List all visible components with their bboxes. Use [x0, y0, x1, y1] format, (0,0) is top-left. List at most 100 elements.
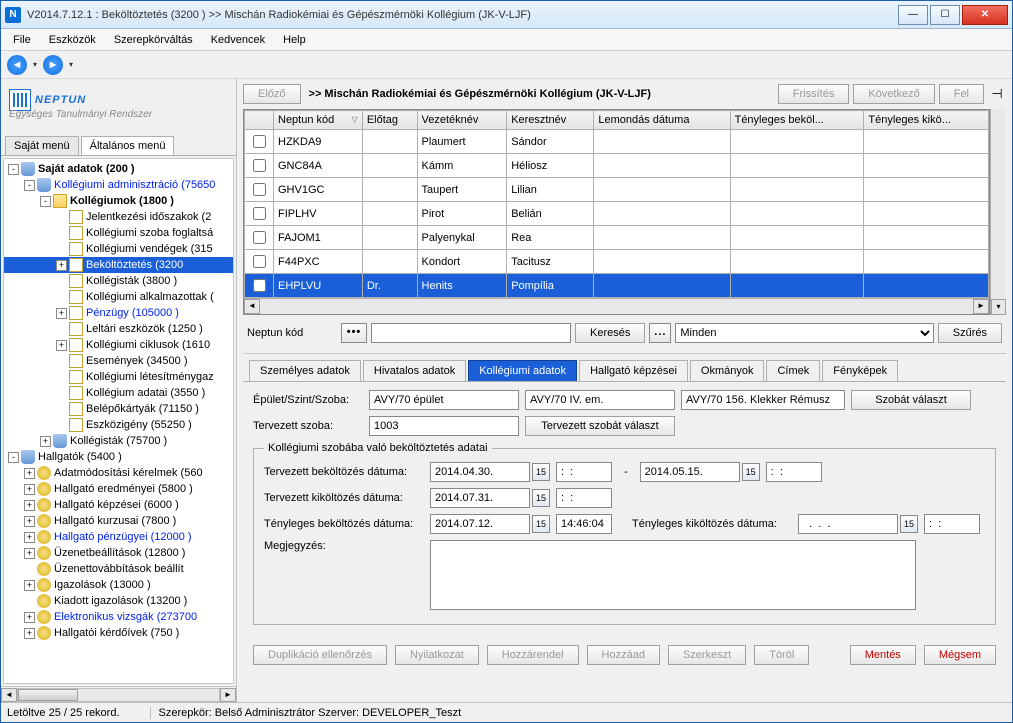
tree-item[interactable]: +Igazolások (13000 ) — [4, 577, 233, 593]
menu-kedvencek[interactable]: Kedvencek — [203, 32, 273, 48]
tree-item[interactable]: +Hallgató kurzusai (7800 ) — [4, 513, 233, 529]
tree-expander[interactable]: + — [40, 436, 51, 447]
up-button[interactable]: Fel — [939, 84, 984, 104]
tree-item[interactable]: +Kollégiumi ciklusok (1610 — [4, 337, 233, 353]
calendar-icon[interactable]: 15 — [532, 489, 550, 507]
tree-expander[interactable]: + — [24, 484, 35, 495]
detail-tab[interactable]: Hallgató képzései — [579, 360, 688, 381]
planned-movein-date2[interactable] — [640, 462, 740, 482]
tree-expander[interactable]: + — [24, 580, 35, 591]
delete-button[interactable]: Töröl — [754, 645, 809, 665]
menu-eszközök[interactable]: Eszközök — [41, 32, 104, 48]
table-row[interactable]: GNC84AKámmHéliosz — [245, 154, 989, 178]
table-row[interactable]: HZKDA9PlaumertSándor — [245, 130, 989, 154]
nav-back-drop[interactable]: ▾ — [31, 60, 39, 69]
actual-movein-date[interactable] — [430, 514, 530, 534]
grid-scroll-right[interactable]: ► — [973, 299, 989, 314]
grid-scroll-down-icon[interactable]: ▾ — [991, 299, 1006, 315]
tree-item[interactable]: Eszközigény (55250 ) — [4, 417, 233, 433]
tree-item[interactable]: Kiadott igazolások (13200 ) — [4, 593, 233, 609]
scroll-thumb[interactable] — [18, 689, 78, 701]
choose-planned-room-button[interactable]: Tervezett szobát választ — [525, 416, 675, 436]
actual-moveout-time[interactable] — [924, 514, 980, 534]
tree-item[interactable]: Kollégiumi vendégek (315 — [4, 241, 233, 257]
planned-movein-date[interactable] — [430, 462, 530, 482]
scroll-left-icon[interactable]: ◄ — [1, 688, 17, 702]
row-checkbox[interactable] — [253, 255, 266, 268]
detail-tab[interactable]: Kollégiumi adatok — [468, 360, 577, 381]
tree-expander[interactable]: + — [24, 628, 35, 639]
tree-item[interactable]: Üzenettovábbítások beállít — [4, 561, 233, 577]
grid-header[interactable]: Előtag — [362, 111, 417, 130]
tree-item[interactable]: Leltári eszközök (1250 ) — [4, 321, 233, 337]
menu-szerepkörváltás[interactable]: Szerepkörváltás — [106, 32, 201, 48]
grid-header[interactable]: Tényleges kikö... — [864, 111, 989, 130]
tree-item[interactable]: +Üzenetbeállítások (12800 ) — [4, 545, 233, 561]
tab-general-menu[interactable]: Általános menü — [81, 136, 175, 155]
prev-button[interactable]: Előző — [243, 84, 301, 104]
tree-expander[interactable]: + — [24, 548, 35, 559]
filter-select[interactable]: Minden — [675, 323, 933, 343]
cancel-button[interactable]: Mégsem — [924, 645, 996, 665]
scroll-right-icon[interactable]: ► — [220, 688, 236, 702]
tree-item[interactable]: +Adatmódosítási kérelmek (560 — [4, 465, 233, 481]
grid-scroll-left[interactable]: ◄ — [244, 299, 260, 314]
menu-help[interactable]: Help — [275, 32, 314, 48]
data-grid[interactable]: Neptun kód▽ElőtagVezetéknévKeresztnévLem… — [243, 109, 990, 315]
tree-item[interactable]: +Pénzügy (105000 ) — [4, 305, 233, 321]
detail-tab[interactable]: Okmányok — [690, 360, 765, 381]
tree-item[interactable]: Kollégiumi alkalmazottak ( — [4, 289, 233, 305]
tree-hscroll[interactable]: ◄ ► — [1, 686, 236, 702]
choose-room-button[interactable]: Szobát választ — [851, 390, 971, 410]
search-button[interactable]: Keresés — [575, 323, 645, 343]
tree-expander[interactable]: - — [8, 164, 19, 175]
floor-input[interactable] — [525, 390, 675, 410]
row-checkbox[interactable] — [253, 279, 266, 292]
table-row[interactable]: F44PXCKondortTacitusz — [245, 250, 989, 274]
row-checkbox[interactable] — [253, 207, 266, 220]
grid-header[interactable]: Lemondás dátuma — [594, 111, 730, 130]
planned-room-input[interactable] — [369, 416, 519, 436]
tree-item[interactable]: +Hallgatói kérdőívek (750 ) — [4, 625, 233, 641]
tree-expander[interactable]: + — [24, 468, 35, 479]
add-button[interactable]: Hozzáad — [587, 645, 660, 665]
nav-tree[interactable]: -Saját adatok (200 )-Kollégiumi adminisz… — [3, 158, 234, 684]
actual-moveout-date[interactable] — [798, 514, 898, 534]
tree-item[interactable]: +Elektronikus vizsgák (273700 — [4, 609, 233, 625]
search-more-button[interactable]: ... — [649, 323, 671, 343]
table-row[interactable]: GHV1GCTaupertLilian — [245, 178, 989, 202]
save-button[interactable]: Mentés — [850, 645, 916, 665]
calendar-icon[interactable]: 15 — [532, 515, 550, 533]
nav-fwd-drop[interactable]: ▾ — [67, 60, 75, 69]
tree-expander[interactable]: + — [24, 532, 35, 543]
planned-moveout-time[interactable] — [556, 488, 612, 508]
tree-item[interactable]: Kollégium adatai (3550 ) — [4, 385, 233, 401]
tree-expander[interactable]: + — [24, 516, 35, 527]
search-input[interactable] — [371, 323, 571, 343]
grid-header[interactable]: Neptun kód▽ — [274, 111, 363, 130]
tree-item[interactable]: Jelentkezési időszakok (2 — [4, 209, 233, 225]
maximize-button[interactable]: ☐ — [930, 5, 960, 25]
detail-tab[interactable]: Személyes adatok — [249, 360, 361, 381]
tree-expander[interactable]: - — [40, 196, 51, 207]
edit-button[interactable]: Szerkeszt — [668, 645, 746, 665]
declaration-button[interactable]: Nyilatkozat — [395, 645, 479, 665]
tree-expander[interactable]: - — [24, 180, 35, 191]
tree-item[interactable]: +Hallgató képzései (6000 ) — [4, 497, 233, 513]
actual-movein-time[interactable] — [556, 514, 612, 534]
calendar-icon[interactable]: 15 — [900, 515, 918, 533]
detail-tab[interactable]: Fényképek — [822, 360, 898, 381]
calendar-icon[interactable]: 15 — [532, 463, 550, 481]
tree-expander[interactable]: - — [8, 452, 19, 463]
table-row[interactable]: EHPLVUDr.HenitsPompília — [245, 274, 989, 298]
calendar-icon[interactable]: 15 — [742, 463, 760, 481]
tree-expander[interactable]: + — [24, 500, 35, 511]
grid-header[interactable]: Keresztnév — [507, 111, 594, 130]
tree-expander[interactable]: + — [56, 340, 67, 351]
assign-button[interactable]: Hozzárendel — [487, 645, 579, 665]
field-picker-button[interactable]: ••• — [341, 323, 367, 343]
tree-expander[interactable]: + — [56, 260, 67, 271]
refresh-button[interactable]: Frissítés — [778, 84, 850, 104]
close-button[interactable]: ✕ — [962, 5, 1008, 25]
tree-item[interactable]: -Kollégiumi adminisztráció (75650 — [4, 177, 233, 193]
